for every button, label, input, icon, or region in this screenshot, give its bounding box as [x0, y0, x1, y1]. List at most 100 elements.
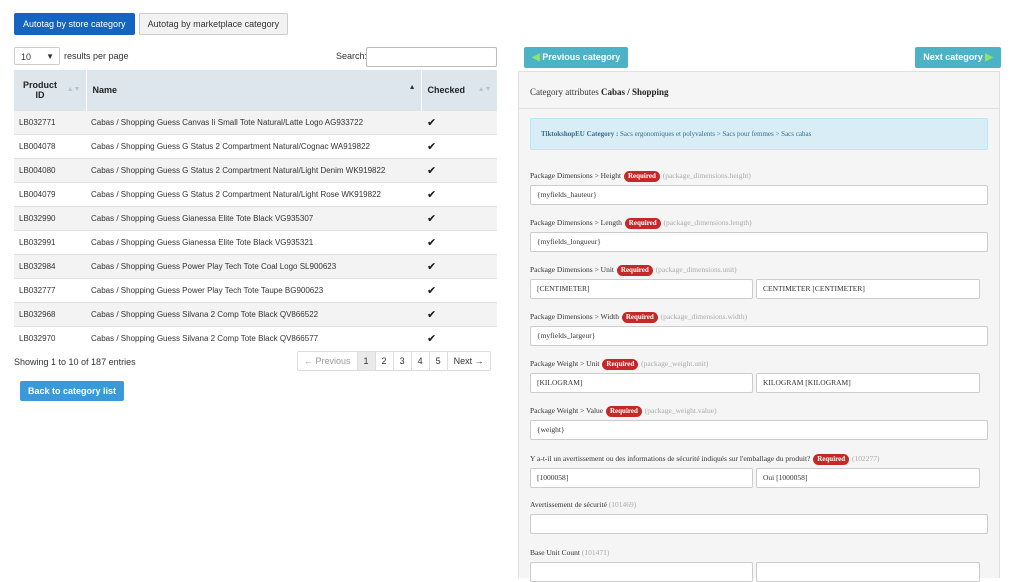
results-per-page-select[interactable]: 10 ▼ [14, 47, 60, 65]
attribute-value-input[interactable]: {myfields_longueur} [530, 232, 988, 252]
attribute-code: (101469) [608, 500, 637, 509]
results-per-page-label: results per page [64, 51, 129, 61]
attribute-code: (package_dimensions.unit) [655, 265, 737, 274]
checked-cell: ✔ [421, 302, 497, 327]
sort-icon: ▲▼ [66, 86, 81, 93]
checked-cell: ✔ [421, 326, 497, 350]
product-id-cell: LB032970 [14, 326, 86, 350]
attribute-value-input[interactable] [530, 562, 753, 582]
attribute-label: Package Dimensions > Length Required (pa… [530, 218, 752, 229]
product-id-cell: LB004078 [14, 134, 86, 159]
search-input[interactable] [366, 47, 497, 67]
column-header-checked[interactable]: Checked ▲▼ [421, 70, 498, 111]
product-name-cell: Cabas / Shopping Guess Power Play Tech T… [86, 254, 421, 279]
table-row[interactable]: LB032970 Cabas / Shopping Guess Silvana 2… [14, 326, 497, 350]
table-row[interactable]: LB004080 Cabas / Shopping Guess G Status … [14, 158, 497, 183]
attribute-value-input[interactable]: [KILOGRAM] [530, 373, 753, 393]
product-id-cell: LB032991 [14, 230, 86, 255]
tab-marketplace-category[interactable]: Autotag by marketplace category [138, 13, 289, 35]
required-badge: Required [623, 171, 660, 182]
products-table: Product ID ▲▼ Name ▲ Checked ▲▼ LB032771… [14, 70, 498, 350]
pagination-page-5[interactable]: 5 [430, 352, 448, 370]
table-row[interactable]: LB032968 Cabas / Shopping Guess Silvana 2… [14, 302, 497, 327]
attribute-value-input[interactable]: [1000058] [530, 468, 753, 488]
product-name-cell: Cabas / Shopping Guess G Status 2 Compar… [86, 182, 421, 207]
attribute-value-input[interactable] [530, 514, 988, 534]
required-badge: Required [621, 312, 658, 323]
required-badge: Required [616, 265, 653, 276]
checked-cell: ✔ [421, 254, 497, 279]
table-row[interactable]: LB004079 Cabas / Shopping Guess G Status … [14, 182, 497, 207]
attribute-label: Package Dimensions > Unit Required (pack… [530, 265, 737, 276]
back-to-category-list-button[interactable]: Back to category list [20, 381, 125, 401]
checked-cell: ✔ [421, 134, 497, 159]
results-per-page-value: 10 [21, 52, 32, 62]
required-badge: Required [602, 359, 639, 370]
attribute-label: Base Unit Count (101471) [530, 548, 610, 557]
checked-cell: ✔ [421, 182, 497, 207]
table-row[interactable]: LB004078 Cabas / Shopping Guess G Status … [14, 134, 497, 159]
panel-title-category: Cabas / Shopping [600, 87, 669, 97]
attribute-code: (package_weight.value) [644, 406, 717, 415]
checked-cell: ✔ [421, 110, 497, 135]
divider [519, 108, 999, 109]
tab-store-category[interactable]: Autotag by store category [14, 13, 135, 35]
pagination-previous[interactable]: ← Previous [298, 352, 358, 370]
table-row[interactable]: LB032991 Cabas / Shopping Guess Gianessa … [14, 230, 497, 255]
column-header-product-id[interactable]: Product ID ▲▼ [14, 70, 87, 111]
pagination-page-1[interactable]: 1 [357, 352, 376, 370]
search-label: Search: [336, 51, 368, 61]
product-id-cell: LB032777 [14, 278, 86, 303]
product-name-cell: Cabas / Shopping Guess Canvas Ii Small T… [86, 110, 421, 135]
arrow-right-icon: ▶ [985, 52, 993, 63]
arrow-left-icon: ◀ [532, 52, 540, 63]
pagination-page-2[interactable]: 2 [376, 352, 394, 370]
previous-category-button[interactable]: ◀ Previous category [524, 47, 629, 68]
products-table-section: 10 ▼ results per page Search: Product ID… [14, 47, 498, 401]
attribute-value-input[interactable]: {weight} [530, 420, 988, 440]
pagination: ← Previous 1 2 3 4 5 Next → [297, 351, 491, 371]
product-name-cell: Cabas / Shopping Guess Gianessa Elite To… [86, 230, 421, 255]
marketplace-value-select[interactable] [756, 562, 980, 582]
pagination-next[interactable]: Next → [448, 352, 490, 370]
pagination-page-4[interactable]: 4 [412, 352, 430, 370]
table-row[interactable]: LB032771 Cabas / Shopping Guess Canvas Ii… [14, 110, 497, 135]
attribute-value-input[interactable]: [CENTIMETER] [530, 279, 753, 299]
panel-title: Category attributes Cabas / Shopping [530, 87, 669, 97]
product-id-cell: LB032990 [14, 206, 86, 231]
product-id-cell: LB032968 [14, 302, 86, 327]
table-controls: 10 ▼ results per page Search: [14, 47, 497, 67]
attribute-code: (102277) [852, 454, 880, 463]
product-name-cell: Cabas / Shopping Guess G Status 2 Compar… [86, 158, 421, 183]
chevron-down-icon: ▼ [46, 52, 54, 61]
required-badge: Required [606, 406, 642, 417]
sort-icon: ▲▼ [477, 86, 492, 93]
attribute-label: Y a-t-il un avertissement ou des informa… [530, 454, 880, 465]
required-badge: Required [813, 454, 850, 465]
marketplace-category-notice: TiktokshopEU Category : Sacs ergonomique… [530, 118, 988, 150]
table-row[interactable]: LB032984 Cabas / Shopping Guess Power Pla… [14, 254, 497, 279]
attribute-code: (package_dimensions.width) [660, 312, 748, 321]
pagination-page-3[interactable]: 3 [394, 352, 412, 370]
table-info: Showing 1 to 10 of 187 entries [14, 357, 136, 367]
checked-cell: ✔ [421, 206, 497, 231]
checked-cell: ✔ [421, 230, 497, 255]
attribute-label: Package Weight > Unit Required (package_… [530, 359, 709, 370]
attribute-value-input[interactable]: {myfields_largeur} [530, 326, 988, 346]
checked-cell: ✔ [421, 158, 497, 183]
marketplace-value-select[interactable]: CENTIMETER [CENTIMETER] [756, 279, 980, 299]
category-attributes-panel: Category attributes Cabas / Shopping Tik… [518, 71, 1000, 582]
attribute-label: Package Dimensions > Width Required (pac… [530, 312, 748, 323]
product-id-cell: LB004080 [14, 158, 86, 183]
marketplace-value-select[interactable]: Oui [1000058] [756, 468, 980, 488]
table-row[interactable]: LB032990 Cabas / Shopping Guess Gianessa … [14, 206, 497, 231]
attribute-value-input[interactable]: {myfields_hauteur} [530, 185, 988, 205]
next-category-button[interactable]: Next category ▶ [915, 47, 1001, 68]
tab-bar: Autotag by store category Autotag by mar… [14, 13, 289, 35]
table-row[interactable]: LB032777 Cabas / Shopping Guess Power Pla… [14, 278, 497, 303]
column-header-name[interactable]: Name ▲ [86, 70, 422, 111]
product-name-cell: Cabas / Shopping Guess Power Play Tech T… [86, 278, 421, 303]
checked-cell: ✔ [421, 278, 497, 303]
marketplace-value-select[interactable]: KILOGRAM [KILOGRAM] [756, 373, 980, 393]
attribute-code: (package_weight.unit) [641, 359, 709, 368]
